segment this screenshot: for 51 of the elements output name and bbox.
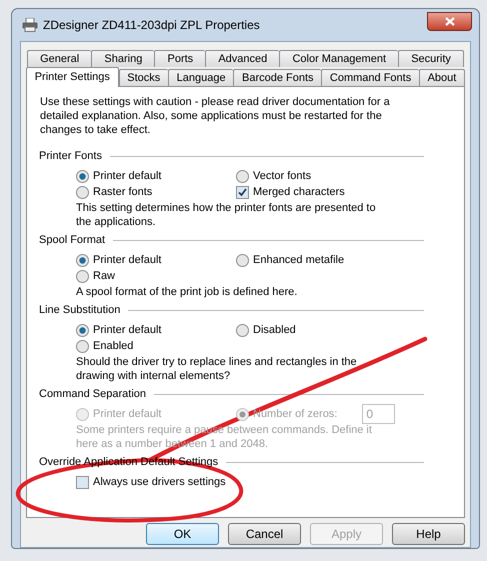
printer-icon [22,18,38,32]
option-label: Printer default [93,407,162,421]
tab[interactable]: Stocks [118,69,168,86]
dialog-button[interactable]: Cancel [228,523,301,545]
tab[interactable]: Advanced [205,50,280,67]
dialog-button[interactable]: Help [392,523,465,545]
tab[interactable]: Language [168,69,234,86]
option-label: Vector fonts [253,169,312,183]
group-title: Spool Format [39,233,106,247]
window-title: ZDesigner ZD411-203dpi ZPL Properties [43,17,260,34]
option-label: Disabled [253,323,296,337]
option-label: Enabled [93,339,134,353]
radio-button[interactable] [236,324,249,336]
tab[interactable]: Color Management [279,50,398,67]
checkbox[interactable] [76,476,89,488]
radio-button[interactable] [76,340,89,352]
checkbox[interactable] [236,186,249,198]
option-label: Raster fonts [93,185,152,199]
tab[interactable]: Security [398,50,464,67]
option-label: Always use drivers settings [93,475,226,489]
radio-button[interactable] [76,254,89,266]
option-label: Printer default [93,169,162,183]
option-label: Raw [93,269,116,283]
tab[interactable]: General [27,50,92,67]
tab[interactable]: About [418,69,466,86]
group-description: A spool format of the print job is defined here. [75,285,298,299]
close-button[interactable] [427,12,472,30]
option-label: Printer default [93,323,162,337]
close-icon [444,16,454,26]
option-label: Number of zeros: [253,407,338,421]
radio-button[interactable] [236,254,249,266]
radio-button[interactable] [236,170,249,182]
group-title: Line Substitution [39,303,120,317]
option-label: Printer default [93,253,162,267]
radio-button[interactable] [76,324,89,336]
tab[interactable]: Command Fonts [321,69,419,86]
option-label: Enhanced metafile [253,253,344,267]
option-label: Merged characters [253,185,345,199]
dialog-button[interactable]: OK [146,523,219,545]
tab[interactable]: Barcode Fonts [233,69,322,86]
radio-button[interactable] [76,170,89,182]
group-title: Command Separation [39,387,146,401]
group-description: Should the driver try to replace lines and rectangles in the drawing with internal elements? [75,355,358,383]
group-title: Printer Fonts [39,149,102,163]
radio-button[interactable] [76,270,89,282]
caution-text: Use these settings with caution - please read driver documentation for a detailed explanation. Also, some applications must be restarted for the changes to take effect. [39,95,391,137]
radio-button[interactable] [76,186,89,198]
tab[interactable]: Ports [154,50,206,67]
group-description: This setting determines how the printer fonts are presented to the applications. [75,201,377,229]
tab[interactable]: Sharing [91,50,154,67]
tab[interactable]: Printer Settings [26,67,119,87]
